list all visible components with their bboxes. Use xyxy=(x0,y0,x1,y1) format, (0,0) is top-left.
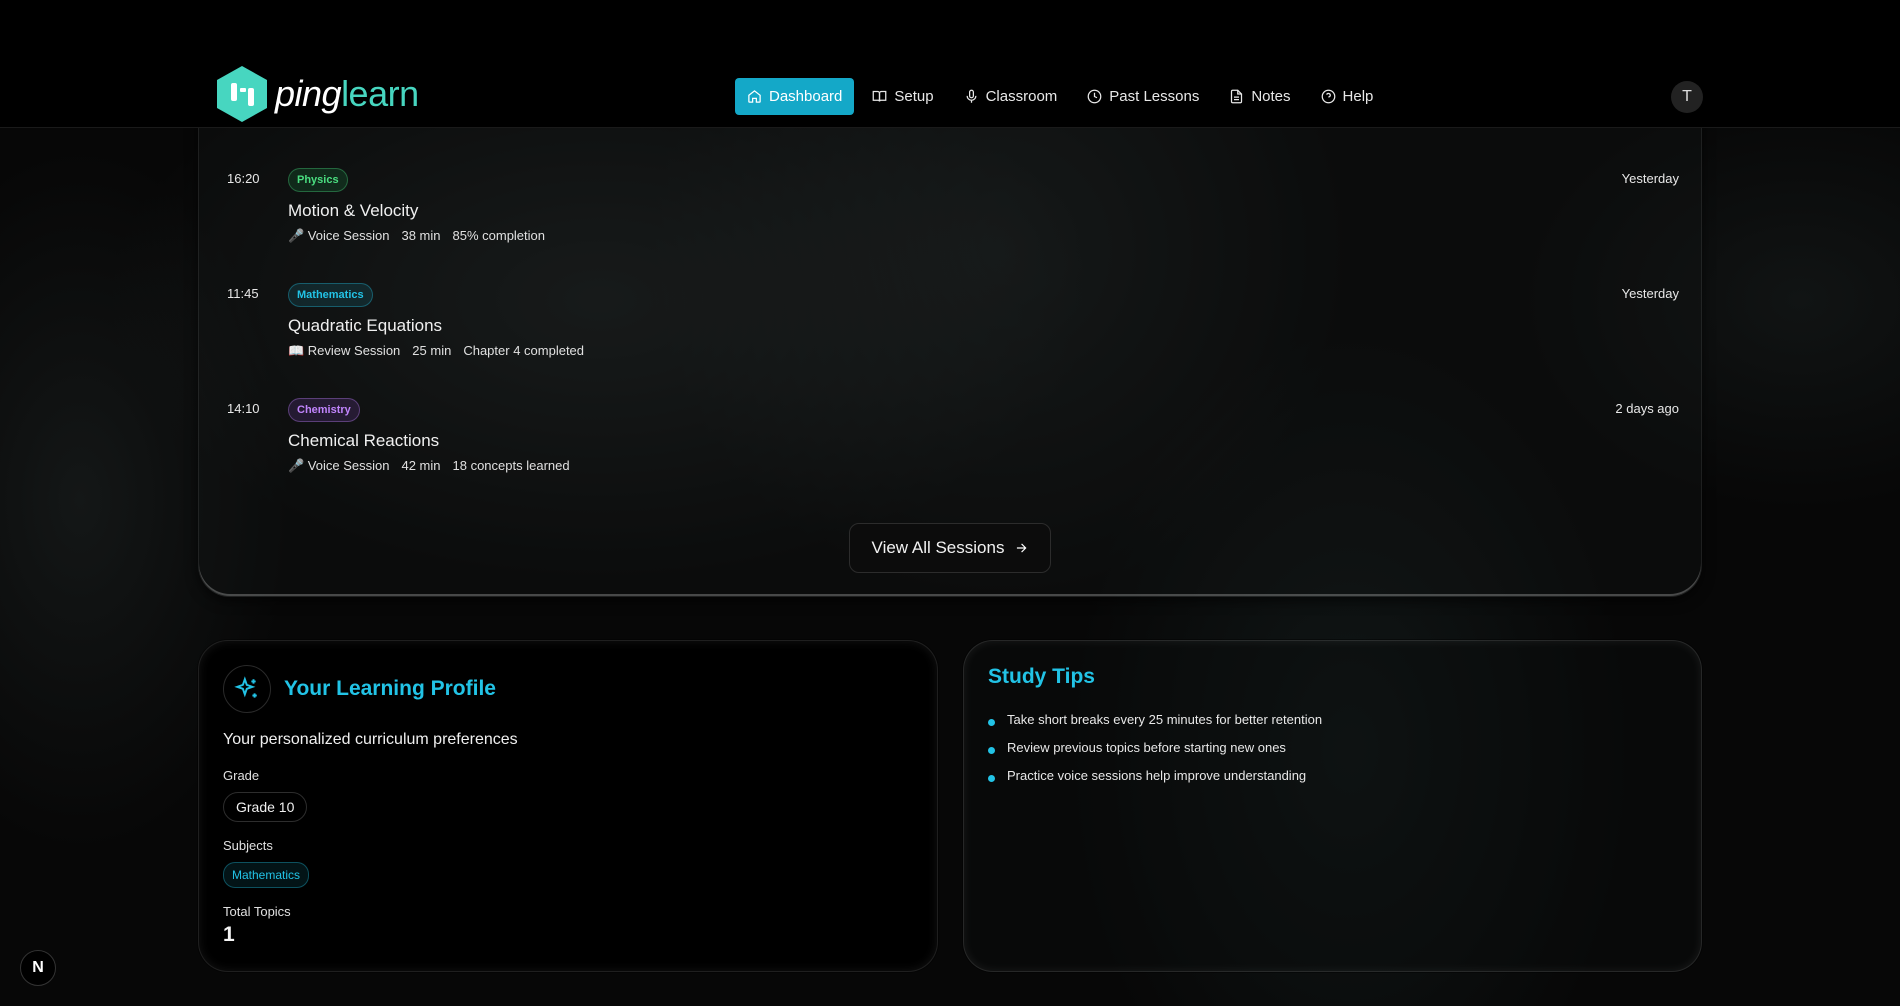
study-tips-title: Study Tips xyxy=(988,665,1095,688)
grade-value: Grade 10 xyxy=(223,792,308,822)
sparkles-icon xyxy=(234,676,257,698)
session-type: 🎤 Voice Session xyxy=(288,228,390,243)
nav-past-lessons[interactable]: Past Lessons xyxy=(1075,78,1211,115)
session-title: Chemical Reactions xyxy=(288,431,440,450)
bullet-icon xyxy=(988,718,995,726)
session-date: Yesterday xyxy=(1621,286,1679,301)
bullet-icon xyxy=(988,774,995,782)
session-type: 📖 Review Session xyxy=(288,343,401,358)
session-meta: 📖 Review Session 25 min Chapter 4 comple… xyxy=(288,343,584,359)
session-duration: 25 min xyxy=(412,343,452,358)
nav-classroom[interactable]: Classroom xyxy=(952,78,1070,115)
session-detail: Chapter 4 completed xyxy=(463,343,585,358)
session-type: 🎤 Voice Session xyxy=(288,458,390,473)
nav-dashboard[interactable]: Dashboard xyxy=(735,78,855,115)
session-time: 14:10 xyxy=(227,401,260,416)
subjects-label: Subjects xyxy=(223,838,273,853)
study-tips-list: Take short breaks every 25 minutes for b… xyxy=(988,705,1322,789)
session-time: 16:20 xyxy=(227,171,260,186)
book-icon xyxy=(873,90,887,102)
list-item: Practice voice sessions help improve und… xyxy=(988,761,1322,789)
bullet-icon xyxy=(988,746,995,754)
session-detail: 18 concepts learned xyxy=(452,458,570,473)
session-duration: 42 min xyxy=(401,458,441,473)
subject-tag: Chemistry xyxy=(288,398,360,422)
mic-icon xyxy=(966,89,977,103)
profile-title: Your Learning Profile xyxy=(284,677,496,700)
total-topics-value: 1 xyxy=(223,923,235,946)
session-duration: 38 min xyxy=(401,228,441,243)
session-title: Quadratic Equations xyxy=(288,316,443,335)
logo-wordmark: pinglearn xyxy=(275,73,419,114)
pinglearn-logo[interactable]: pinglearn xyxy=(217,66,419,122)
clock-icon xyxy=(1087,89,1102,104)
nextjs-dev-badge[interactable]: N xyxy=(20,950,56,986)
user-avatar[interactable]: T xyxy=(1671,81,1703,113)
session-title: Motion & Velocity xyxy=(288,201,419,220)
session-meta: 🎤 Voice Session 42 min 18 concepts learn… xyxy=(288,458,570,474)
nav-setup[interactable]: Setup xyxy=(860,78,945,115)
session-date: Yesterday xyxy=(1621,171,1679,186)
subject-tag: Physics xyxy=(288,168,348,192)
list-item: Take short breaks every 25 minutes for b… xyxy=(988,705,1322,733)
view-all-sessions-button[interactable]: View All Sessions xyxy=(849,523,1051,573)
nav-help[interactable]: Help xyxy=(1309,78,1386,115)
subject-tag: Mathematics xyxy=(288,283,373,307)
main-nav: Dashboard Setup Classroom Past Lessons N… xyxy=(735,78,1385,115)
profile-subtitle: Your personalized curriculum preferences xyxy=(223,731,518,748)
sparkles-icon-badge xyxy=(223,665,271,713)
total-topics-label: Total Topics xyxy=(223,904,291,919)
logo-mark-icon xyxy=(217,66,267,122)
session-meta: 🎤 Voice Session 38 min 85% completion xyxy=(288,228,545,244)
recent-sessions-card: 16:20 Physics Motion & Velocity 🎤 Voice … xyxy=(198,90,1702,597)
list-item: Review previous topics before starting n… xyxy=(988,733,1322,761)
help-circle-icon xyxy=(1321,89,1335,104)
top-header: pinglearn Dashboard Setup Classroom Past… xyxy=(0,0,1900,128)
session-date: 2 days ago xyxy=(1615,401,1679,416)
session-time: 11:45 xyxy=(227,286,259,301)
home-icon xyxy=(748,90,761,103)
nav-notes[interactable]: Notes xyxy=(1217,78,1302,115)
file-icon xyxy=(1231,89,1243,104)
arrow-right-icon xyxy=(1017,543,1027,553)
study-tips-card: Study Tips Take short breaks every 25 mi… xyxy=(963,640,1702,972)
session-detail: 85% completion xyxy=(452,228,546,243)
learning-profile-card: Your Learning Profile Your personalized … xyxy=(198,640,938,972)
grade-label: Grade xyxy=(223,768,260,783)
subject-tag: Mathematics xyxy=(223,862,310,888)
